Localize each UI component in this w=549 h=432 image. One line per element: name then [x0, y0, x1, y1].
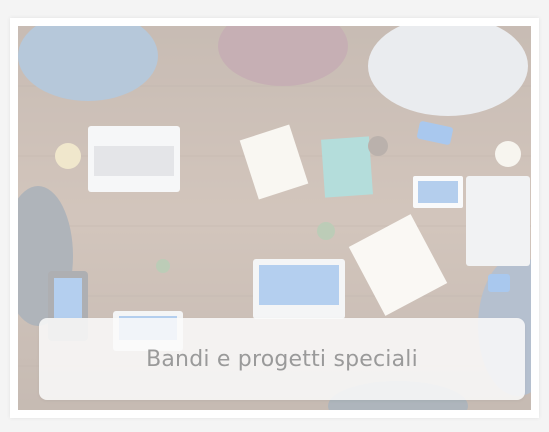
card-caption[interactable]: Bandi e progetti speciali: [39, 318, 525, 400]
category-card[interactable]: Bandi e progetti speciali: [10, 18, 539, 418]
card-title: Bandi e progetti speciali: [146, 346, 418, 372]
